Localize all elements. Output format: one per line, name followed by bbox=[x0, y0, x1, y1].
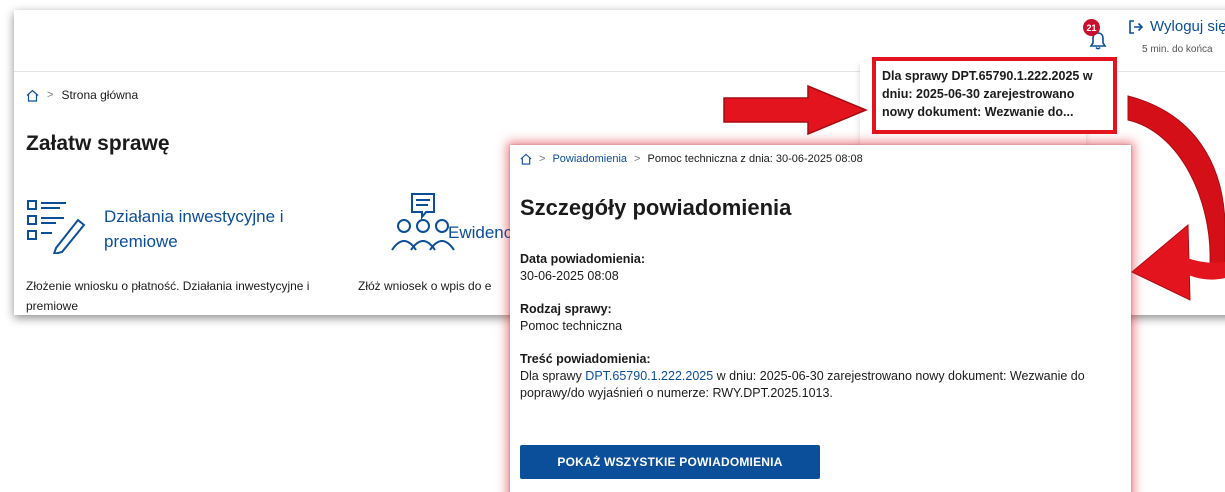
notification-item-highlighted[interactable]: Dla sprawy DPT.65790.1.222.2025 w dniu: … bbox=[872, 57, 1117, 134]
notifications-bell[interactable]: 21 bbox=[1083, 19, 1109, 51]
logout-label: Wyloguj się bbox=[1150, 18, 1225, 35]
session-timer: 5 min. do końca bbox=[1142, 44, 1213, 55]
content-prefix: Dla sprawy bbox=[520, 369, 586, 383]
breadcrumb-current: Pomoc techniczna z dnia: 30-06-2025 08:0… bbox=[647, 153, 863, 165]
home-icon[interactable] bbox=[520, 153, 532, 165]
form-edit-icon bbox=[27, 200, 86, 254]
breadcrumb-home-label: Strona główna bbox=[61, 88, 139, 102]
page-title: Załatw sprawę bbox=[26, 132, 170, 155]
home-icon[interactable] bbox=[26, 89, 39, 102]
field-label: Data powiadomienia: bbox=[520, 252, 646, 266]
logout-link[interactable]: Wyloguj się bbox=[1128, 18, 1225, 35]
detail-title: Szczegóły powiadomienia bbox=[520, 195, 792, 220]
breadcrumb: > Strona główna bbox=[26, 88, 138, 102]
field-value: 30-06-2025 08:08 bbox=[520, 269, 619, 283]
tile-description: Złożenie wniosku o płatność. Działania i… bbox=[26, 279, 310, 313]
chevron-right-icon: > bbox=[634, 153, 641, 165]
case-number-link[interactable]: DPT.65790.1.222.2025 bbox=[585, 369, 713, 383]
show-all-notifications-button[interactable]: POKAŻ WSZYSTKIE POWIADOMIENIA bbox=[520, 445, 820, 479]
breadcrumb-notifications-link[interactable]: Powiadomienia bbox=[552, 153, 627, 165]
tile-title[interactable]: Działania inwestycyjne i premiowe bbox=[104, 204, 334, 254]
notification-content-field: Treść powiadomienia: Dla sprawy DPT.6579… bbox=[520, 351, 1120, 402]
notification-count-badge: 21 bbox=[1083, 19, 1100, 36]
logout-icon bbox=[1129, 19, 1144, 34]
chevron-right-icon: > bbox=[47, 89, 54, 101]
case-type-field: Rodzaj sprawy: Pomoc techniczna bbox=[520, 301, 622, 335]
breadcrumb: > Powiadomienia > Pomoc techniczna z dni… bbox=[520, 153, 863, 165]
chevron-right-icon: > bbox=[539, 153, 546, 165]
field-value: Pomoc techniczna bbox=[520, 319, 623, 333]
field-value: Dla sprawy DPT.65790.1.222.2025 w dniu: … bbox=[520, 368, 1120, 402]
field-label: Treść powiadomienia: bbox=[520, 352, 651, 366]
notification-date-field: Data powiadomienia: 30-06-2025 08:08 bbox=[520, 251, 645, 285]
notification-detail-window: > Powiadomienia > Pomoc techniczna z dni… bbox=[510, 145, 1131, 492]
field-label: Rodzaj sprawy: bbox=[520, 302, 612, 316]
